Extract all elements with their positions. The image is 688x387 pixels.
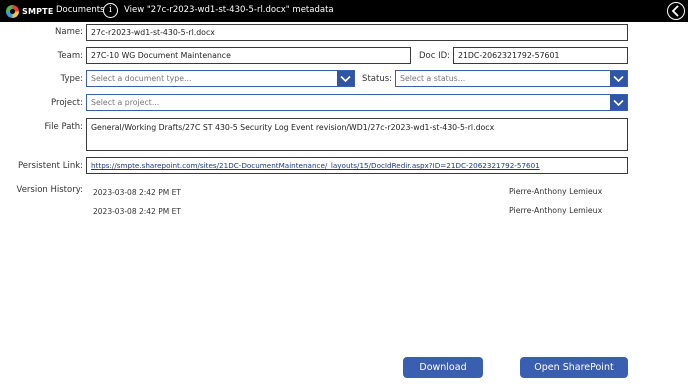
team-label: Team: (57, 51, 83, 61)
docid-label: Doc ID: (418, 51, 450, 61)
docid-field[interactable]: 21DC-2062321792-57601 (453, 47, 628, 64)
open-sharepoint-button[interactable]: Open SharePoint (520, 357, 628, 378)
version-date: 2023-03-08 2:42 PM ET (93, 188, 181, 197)
chevron-down-icon (613, 75, 624, 83)
status-dropdown-button[interactable] (610, 71, 627, 86)
chevron-left-icon (671, 5, 679, 17)
version-user: Pierre-Anthony Lemieux (509, 206, 603, 215)
status-placeholder: Select a status... (400, 74, 466, 83)
name-label: Name: (55, 27, 83, 37)
project-dropdown[interactable]: Select a project... (86, 94, 628, 111)
top-bar: SMPTE Documents i View "27c-r2023-wd1-st… (0, 0, 688, 22)
page-title: View "27c-r2023-wd1-st-430-5-rl.docx" me… (124, 5, 334, 15)
filepath-label: File Path: (44, 122, 83, 132)
project-label: Project: (51, 98, 83, 108)
status-label: Status: (362, 74, 392, 84)
type-label: Type: (60, 74, 83, 84)
version-date: 2023-03-08 2:42 PM ET (93, 207, 181, 216)
info-icon[interactable]: i (103, 3, 118, 18)
back-button[interactable] (667, 2, 685, 20)
download-button[interactable]: Download (403, 357, 483, 378)
chevron-down-icon (613, 99, 624, 107)
docid-value: 21DC-2062321792-57601 (458, 51, 560, 60)
project-dropdown-button[interactable] (610, 95, 627, 110)
persistent-link[interactable]: https://smpte.sharepoint.com/sites/21DC-… (91, 161, 540, 170)
persistent-link-label: Persistent Link: (17, 161, 83, 171)
smpte-logo-icon (6, 4, 19, 18)
logo-text: SMPTE (22, 6, 54, 16)
smpte-logo[interactable]: SMPTE (6, 4, 54, 18)
team-value: 27C-10 WG Document Maintenance (91, 51, 231, 60)
team-field[interactable]: 27C-10 WG Document Maintenance (86, 47, 411, 64)
version-history-label: Version History: (16, 185, 83, 195)
type-placeholder: Select a document type... (91, 74, 192, 83)
version-user: Pierre-Anthony Lemieux (509, 187, 603, 196)
type-dropdown[interactable]: Select a document type... (86, 70, 355, 87)
filepath-field[interactable]: General/Working Drafts/27C ST 430-5 Secu… (86, 118, 628, 151)
name-value: 27c-r2023-wd1-st-430-5-rl.docx (91, 28, 215, 37)
nav-documents-link[interactable]: Documents (56, 5, 104, 15)
status-dropdown[interactable]: Select a status... (395, 70, 628, 87)
persistent-link-field: https://smpte.sharepoint.com/sites/21DC-… (86, 157, 628, 174)
filepath-value: General/Working Drafts/27C ST 430-5 Secu… (91, 123, 495, 132)
project-placeholder: Select a project... (91, 98, 160, 107)
name-field[interactable]: 27c-r2023-wd1-st-430-5-rl.docx (86, 24, 628, 41)
type-dropdown-button[interactable] (337, 71, 354, 86)
chevron-down-icon (340, 75, 351, 83)
